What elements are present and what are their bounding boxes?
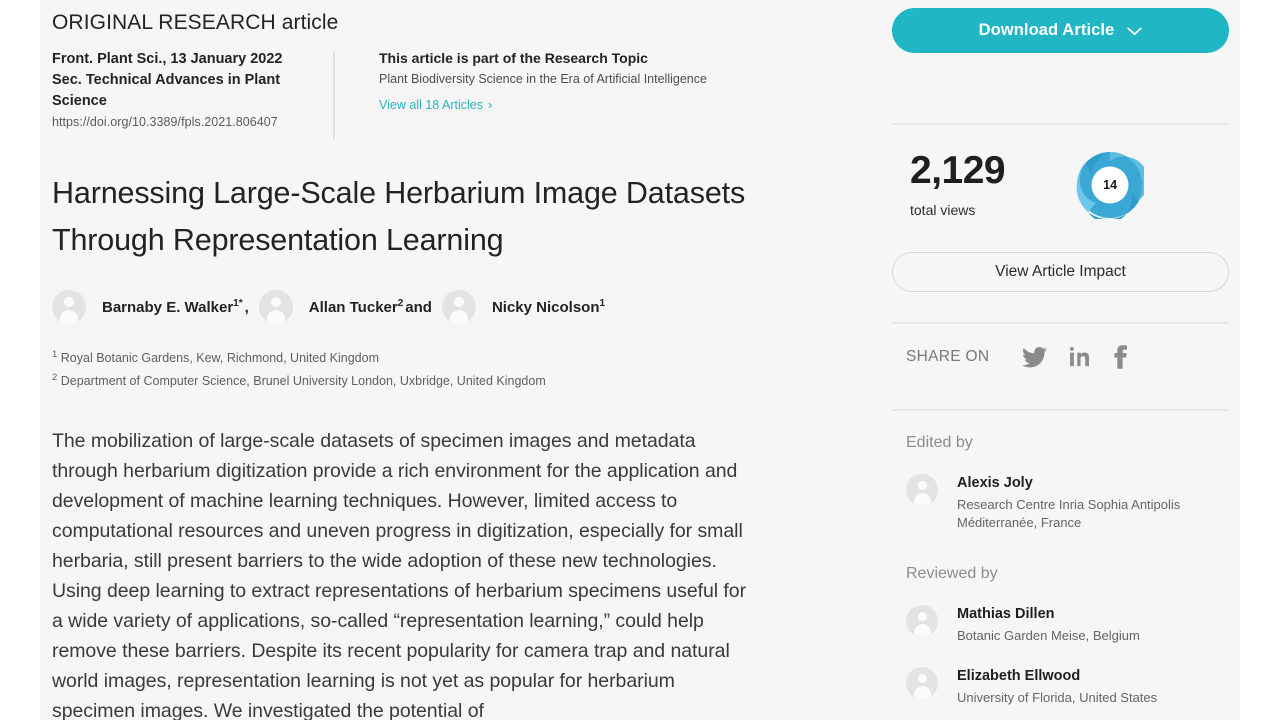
affiliation-item: 1 Royal Botanic Gardens, Kew, Richmond, … (52, 347, 852, 366)
abstract-text: The mobilization of large-scale datasets… (52, 430, 747, 720)
total-views-label: total views (910, 202, 976, 218)
author-name-text: Allan Tucker (308, 299, 398, 316)
avatar (906, 667, 938, 699)
article-type-label: ORIGINAL RESEARCH article (52, 11, 339, 34)
share-icon-list (1022, 345, 1150, 369)
affiliation-list: 1 Royal Botanic Gardens, Kew, Richmond, … (52, 347, 852, 389)
person-details: Alexis Joly Research Centre Inria Sophia… (957, 474, 1202, 532)
journal-section-line-1: Sec. Technical Advances in Plant (52, 72, 281, 88)
author-name[interactable]: Nicky Nicolson1 (492, 298, 605, 316)
editors-reviewers-block: Edited by Alexis Joly Research Centre In… (906, 434, 1226, 707)
research-topic-block: This article is part of the Research Top… (379, 49, 707, 129)
avatar (52, 290, 86, 324)
chevron-down-icon (1127, 24, 1143, 38)
download-article-button[interactable]: Download Article (892, 8, 1229, 53)
view-all-articles-link[interactable]: View all 18 Articles › (379, 97, 492, 112)
research-topic-name: Plant Biodiversity Science in the Era of… (379, 72, 707, 86)
edited-by-heading: Edited by (906, 434, 973, 451)
author-name[interactable]: Allan Tucker2 (309, 298, 403, 316)
metrics-block: 2,129 total views 14 (910, 147, 1230, 223)
author-name-text: Nicky Nicolson (491, 299, 600, 316)
affiliation-text: Department of Computer Science, Brunel U… (60, 374, 546, 389)
avatar (258, 290, 293, 324)
reviewer-name[interactable]: Mathias Dillen (957, 606, 1140, 622)
person-details: Mathias Dillen Botanic Garden Meise, Bel… (957, 605, 1140, 645)
page-root: ORIGINAL RESEARCH article Front. Plant S… (0, 0, 1280, 720)
author-affiliation-marker: 1 (599, 298, 606, 309)
article-sidebar: Download Article 2,129 total views 14 Vi… (892, 0, 1229, 720)
avatar (906, 474, 938, 506)
journal-section-line-2: Science (52, 93, 107, 109)
facebook-icon[interactable] (1113, 345, 1128, 369)
affiliation-item: 2 Department of Computer Science, Brunel… (52, 370, 852, 389)
altmetric-score: 14 (1103, 178, 1118, 192)
chevron-right-icon: › (488, 97, 493, 112)
doi-link[interactable]: https://doi.org/10.3389/fpls.2021.806407 (52, 115, 322, 129)
linkedin-icon[interactable] (1069, 346, 1091, 368)
views-block: 2,129 total views (910, 147, 1006, 219)
author-name-text: Barnaby E. Walker (102, 299, 234, 316)
avatar (441, 290, 476, 324)
reviewer-affiliation: University of Florida, United States (957, 690, 1158, 705)
share-block: SHARE ON (906, 345, 1150, 369)
page-title: Harnessing Large-Scale Herbarium Image D… (52, 176, 746, 257)
sidebar-divider (892, 322, 1229, 324)
person-details: Elizabeth Ellwood University of Florida,… (957, 667, 1157, 707)
editor-name[interactable]: Alexis Joly (957, 475, 1202, 491)
total-views-count: 2,129 (910, 149, 1006, 192)
editor-affiliation: Research Centre Inria Sophia Antipolis M… (957, 497, 1181, 530)
affiliation-marker: 2 (52, 372, 58, 384)
affiliation-marker: 1 (52, 349, 58, 360)
twitter-icon[interactable] (1022, 346, 1048, 368)
view-article-impact-button[interactable]: View Article Impact (892, 252, 1229, 292)
view-all-articles-label: View all 18 Articles (379, 98, 483, 112)
author-separator: and (405, 298, 432, 316)
reviewed-by-heading: Reviewed by (906, 565, 998, 582)
author-separator: , (244, 298, 249, 316)
download-article-label: Download Article (978, 21, 1115, 39)
share-on-label: SHARE ON (906, 348, 990, 365)
avatar (906, 605, 938, 637)
article-column: ORIGINAL RESEARCH article Front. Plant S… (52, 0, 852, 720)
list-item[interactable]: Mathias Dillen Botanic Garden Meise, Bel… (906, 605, 1226, 645)
journal-citation-line-1: Front. Plant Sci., 13 January 2022 (52, 51, 283, 67)
sidebar-divider (892, 123, 1229, 125)
reviewer-affiliation: Botanic Garden Meise, Belgium (957, 628, 1140, 643)
altmetric-donut-icon[interactable]: 14 (1076, 151, 1149, 223)
list-item[interactable]: Elizabeth Ellwood University of Florida,… (906, 667, 1226, 707)
affiliation-text: Royal Botanic Gardens, Kew, Richmond, Un… (60, 351, 380, 366)
meta-vertical-divider (333, 51, 335, 139)
list-item[interactable]: Alexis Joly Research Centre Inria Sophia… (906, 474, 1226, 532)
author-name[interactable]: Barnaby E. Walker1* (102, 298, 243, 316)
author-affiliation-marker: 1* (233, 298, 243, 309)
author-affiliation-marker: 2 (397, 298, 404, 309)
sidebar-divider (892, 409, 1229, 411)
article-meta-row: Front. Plant Sci., 13 January 2022 Sec. … (52, 49, 852, 139)
research-topic-heading: This article is part of the Research Top… (379, 50, 648, 66)
author-list: Barnaby E. Walker1*, Allan Tucker2 and N… (52, 290, 852, 324)
reviewer-name[interactable]: Elizabeth Ellwood (957, 668, 1157, 684)
journal-meta-block: Front. Plant Sci., 13 January 2022 Sec. … (52, 49, 322, 129)
